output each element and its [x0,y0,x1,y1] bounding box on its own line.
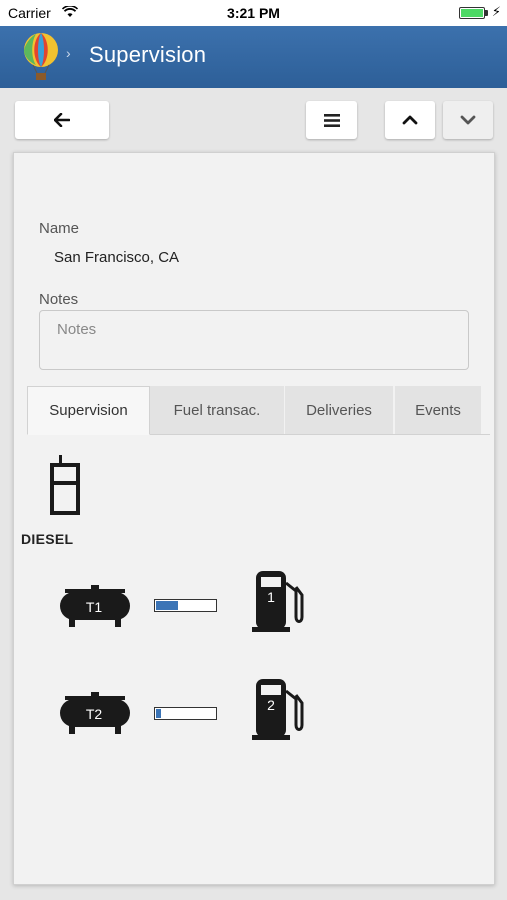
tank-1-label: T1 [85,599,103,615]
clock: 3:21 PM [227,5,280,21]
navigation-bar: › Supervision [0,26,507,88]
tab-supervision[interactable]: Supervision [27,386,150,435]
chevron-up-icon [402,115,418,125]
back-button[interactable] [15,101,109,139]
battery-icon [459,7,485,19]
tank-1-level-bar [154,599,217,612]
product-label: DIESEL [21,531,74,547]
arrow-left-icon [54,113,70,127]
balloon-logo-icon[interactable] [18,32,64,82]
tank-2-level-bar [154,707,217,720]
name-label: Name [39,220,80,237]
tab-bar: Supervision Fuel transac. Deliveries Eve… [27,386,490,435]
pump-1-number: 1 [267,589,275,605]
station-card: Name San Francisco, CA Notes Supervision… [13,152,495,885]
notes-field[interactable] [39,310,469,370]
tank-2-level-fill [156,709,161,718]
tab-events[interactable]: Events [395,386,481,434]
tank-2-icon[interactable]: T2 [59,692,131,737]
previous-button[interactable] [385,101,435,139]
tank-1-level-fill [156,601,178,610]
pump-2-icon[interactable]: 2 [252,677,306,741]
chevron-down-icon [460,115,476,125]
tank-2-label: T2 [85,706,103,722]
hamburger-icon [323,113,340,127]
notes-label: Notes [39,291,79,308]
pump-1-icon[interactable]: 1 [252,569,306,633]
pump-2-number: 2 [267,697,275,713]
status-bar: Carrier 3:21 PM ⚡ [0,0,507,26]
menu-button[interactable] [306,101,357,139]
charging-icon: ⚡ [491,4,501,19]
tab-deliveries[interactable]: Deliveries [285,386,393,434]
battery-cap [485,10,488,16]
tank-1-icon[interactable]: T1 [59,585,131,630]
breadcrumb-chevron-icon: › [66,45,71,61]
next-button[interactable] [443,101,493,139]
tab-fuel-transactions[interactable]: Fuel transac. [150,386,284,434]
product-dispenser-icon[interactable] [48,455,82,515]
name-value: San Francisco, CA [54,249,180,266]
page-title: Supervision [89,42,207,67]
